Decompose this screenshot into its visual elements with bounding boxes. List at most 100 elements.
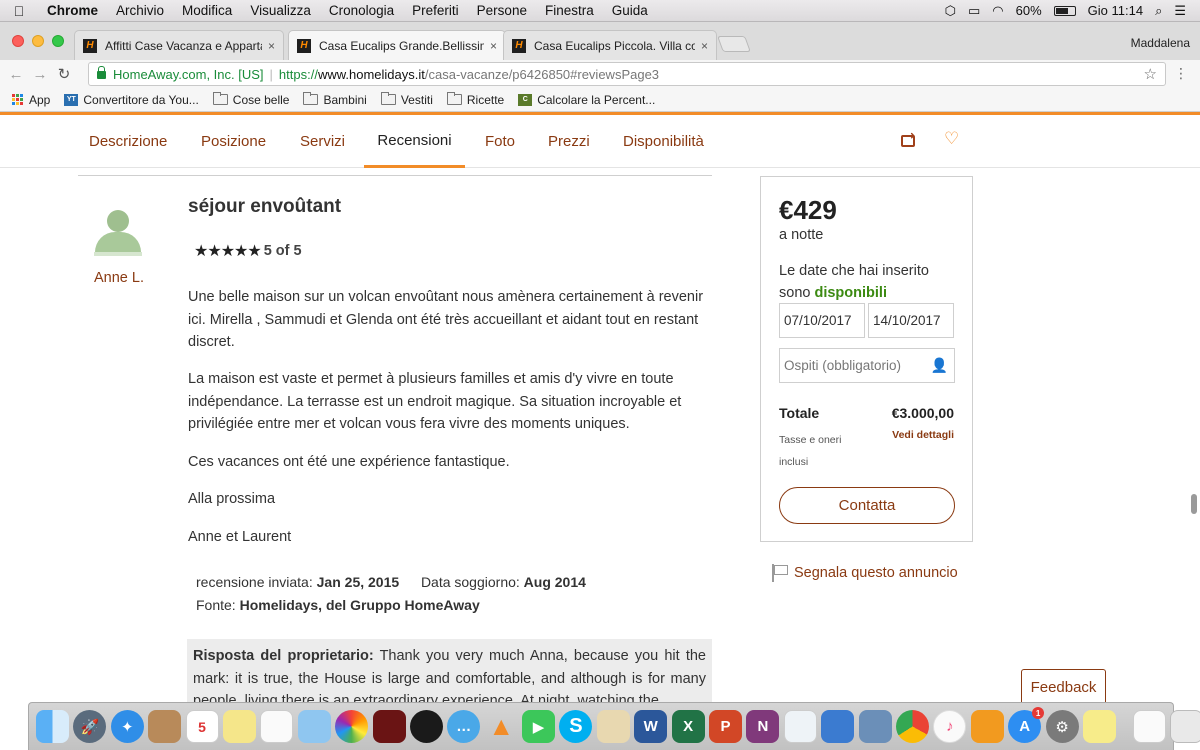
scrollbar-thumb[interactable]: [1191, 494, 1197, 514]
menu-chrome[interactable]: Chrome: [38, 3, 107, 18]
browser-tab-2[interactable]: H Casa Eucalips Grande.Bellissim ×: [288, 30, 506, 60]
close-window-button[interactable]: [12, 35, 24, 47]
menubar-clock[interactable]: Gio 11:14: [1088, 3, 1143, 18]
trash-icon[interactable]: [1170, 710, 1200, 743]
browser-tab-3[interactable]: H Casa Eucalips Piccola. Villa con ×: [503, 30, 717, 60]
preview-icon[interactable]: [297, 710, 331, 743]
finder-icon[interactable]: [36, 710, 69, 743]
bookmark-youtube-converter[interactable]: YT Convertitore da You...: [64, 93, 199, 107]
menu-archivio[interactable]: Archivio: [107, 3, 173, 18]
tab-close-icon[interactable]: ×: [490, 39, 497, 53]
share-icon[interactable]: [901, 129, 915, 147]
battery-icon[interactable]: [1053, 5, 1076, 16]
reminders-icon[interactable]: [260, 710, 294, 743]
back-arrow-icon[interactable]: ←: [4, 66, 28, 83]
feedback-button[interactable]: Feedback: [1021, 669, 1106, 702]
menu-preferiti[interactable]: Preferiti: [403, 3, 468, 18]
tab-close-icon[interactable]: ×: [268, 39, 275, 53]
listing-subnav: Descrizione Posizione Servizi Recensioni…: [0, 115, 1200, 168]
airplay-icon[interactable]: ▭: [968, 3, 980, 19]
chrome-icon[interactable]: [895, 710, 929, 743]
reload-icon[interactable]: ↻: [52, 65, 76, 83]
app-store-icon[interactable]: A 1: [1008, 707, 1045, 743]
photo-booth-icon[interactable]: [372, 710, 406, 743]
ibooks-icon[interactable]: [970, 710, 1004, 743]
safari-compass-icon[interactable]: ✦: [110, 710, 144, 743]
vlc-cone-icon[interactable]: ▲: [485, 710, 518, 743]
bookmark-ricette[interactable]: Ricette: [446, 92, 504, 107]
checkin-date-input[interactable]: 07/10/2017: [779, 303, 865, 338]
tab-disponibilita[interactable]: Disponibilità: [623, 115, 704, 168]
launchpad-rocket-icon[interactable]: 🚀: [73, 710, 107, 743]
notes-icon[interactable]: [222, 710, 256, 743]
forward-arrow-icon[interactable]: →: [28, 66, 52, 83]
bookmark-label: Calcolare la Percent...: [537, 92, 656, 107]
details-link[interactable]: Vedi dettagli: [892, 429, 954, 441]
tab-foto[interactable]: Foto: [485, 115, 515, 168]
word-icon[interactable]: W: [634, 710, 668, 743]
tab-descrizione[interactable]: Descrizione: [89, 115, 167, 168]
battery-percent[interactable]: 60%: [1016, 3, 1042, 18]
tab-prezzi[interactable]: Prezzi: [548, 115, 590, 168]
spotlight-icon[interactable]: ⌕: [1155, 3, 1162, 19]
flag-icon: [770, 564, 788, 582]
excel-icon[interactable]: X: [671, 710, 705, 743]
notification-center-icon[interactable]: ☰: [1174, 3, 1186, 19]
tab-posizione[interactable]: Posizione: [201, 115, 266, 168]
dvd-player-icon[interactable]: [409, 710, 443, 743]
powerpoint-icon[interactable]: P: [709, 710, 743, 743]
calendar-icon[interactable]: 5: [185, 710, 219, 743]
profile-name[interactable]: Maddalena: [1131, 36, 1190, 50]
contacts-book-icon[interactable]: [148, 710, 182, 743]
bookmark-percent-calculator[interactable]: C Calcolare la Percent...: [518, 93, 655, 107]
wifi-icon[interactable]: ◠: [992, 3, 1003, 19]
guests-input[interactable]: Ospiti (obbligatorio) 👤: [779, 348, 955, 383]
downloads-stack-icon[interactable]: [1132, 710, 1166, 743]
photos-icon[interactable]: [335, 710, 369, 743]
facetime-icon[interactable]: ▶: [522, 710, 556, 743]
zoom-window-button[interactable]: [52, 35, 64, 47]
bookmark-apps[interactable]: App: [12, 93, 50, 107]
bookmark-bambini[interactable]: Bambini: [303, 92, 367, 107]
system-preferences-gear-icon[interactable]: ⚙: [1045, 710, 1079, 743]
messages-bubble-icon[interactable]: …: [447, 710, 481, 743]
tab-servizi[interactable]: Servizi: [300, 115, 345, 168]
apple-menu-icon[interactable]: : [0, 3, 38, 19]
contact-button[interactable]: Contatta: [779, 487, 955, 524]
tab-close-icon[interactable]: ×: [701, 39, 708, 53]
menu-modifica[interactable]: Modifica: [173, 3, 241, 18]
new-tab-button[interactable]: [717, 36, 751, 52]
keynote-icon[interactable]: [821, 710, 855, 743]
review-paragraph-4: Alla prossima: [188, 491, 276, 507]
browser-tab-1[interactable]: H Affitti Case Vacanza e Apparta ×: [74, 30, 284, 60]
favorite-heart-icon[interactable]: ♡: [944, 129, 959, 149]
menu-persone[interactable]: Persone: [468, 3, 536, 18]
itunes-music-icon[interactable]: ♪: [933, 710, 967, 743]
guests-person-icon: 👤: [930, 357, 948, 373]
report-listing-link[interactable]: Segnala questo annuncio: [770, 564, 958, 582]
review-paragraph-3: Ces vacances ont été une expérience fant…: [188, 454, 510, 470]
review-paragraph-1: Une belle maison sur un volcan envoûtant…: [188, 289, 704, 350]
review-dates: recensione inviata: Jan 25, 2015 Data so…: [196, 574, 586, 590]
tab-recensioni[interactable]: Recensioni: [364, 115, 465, 168]
chrome-menu-icon[interactable]: ⋮: [1174, 65, 1188, 82]
checkout-date-input[interactable]: 14/10/2017: [868, 303, 954, 338]
numbers-chart-icon[interactable]: [783, 710, 817, 743]
bookmark-star-icon[interactable]: ☆: [1144, 65, 1157, 83]
minimize-window-button[interactable]: [32, 35, 44, 47]
menu-finestra[interactable]: Finestra: [536, 3, 603, 18]
dropbox-icon[interactable]: ⬡: [945, 3, 956, 19]
menu-visualizza[interactable]: Visualizza: [241, 3, 320, 18]
menu-cronologia[interactable]: Cronologia: [320, 3, 403, 18]
stickies-icon[interactable]: [1082, 710, 1116, 743]
bookmarks-bar: App YT Convertitore da You... Cose belle…: [0, 88, 1200, 112]
onenote-icon[interactable]: N: [746, 710, 780, 743]
image-capture-icon[interactable]: [858, 710, 892, 743]
bookmark-vestiti[interactable]: Vestiti: [380, 92, 433, 107]
window-controls: [12, 35, 64, 47]
menu-guida[interactable]: Guida: [603, 3, 657, 18]
address-bar[interactable]: HomeAway.com, Inc. [US] | https://www.ho…: [88, 62, 1166, 86]
skype-icon[interactable]: S: [559, 710, 593, 743]
bookmark-cose-belle[interactable]: Cose belle: [212, 92, 289, 107]
textedit-icon[interactable]: [596, 710, 630, 743]
